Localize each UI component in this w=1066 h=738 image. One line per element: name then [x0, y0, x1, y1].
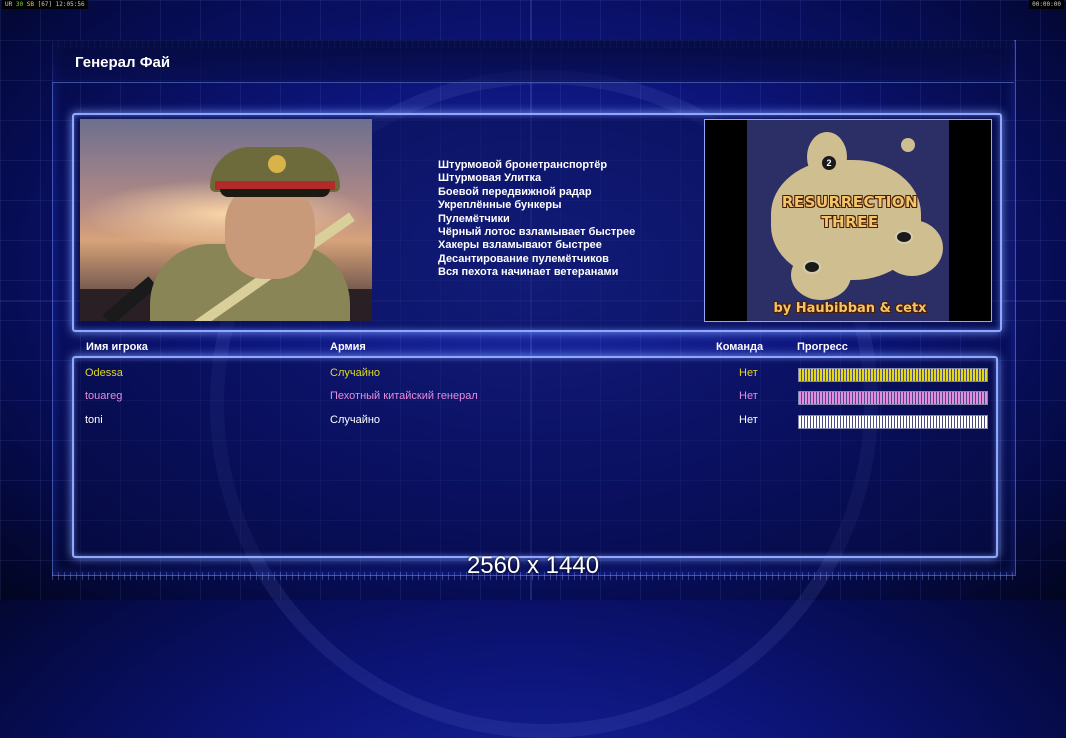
upgrade-item: Штурмовая Улитка	[438, 172, 542, 185]
map-title: RESURRECTION THREE	[759, 192, 941, 232]
upgrade-item: Боевой передвижной радар	[438, 185, 592, 198]
upgrade-item: Хакеры взламывают быстрее	[438, 239, 602, 252]
player-row[interactable]: Odessa Случайно Нет	[0, 364, 1066, 384]
general-portrait	[80, 119, 372, 321]
upgrade-item: Вся пехота начинает ветеранами	[438, 266, 619, 279]
page-title: Генерал Фай	[75, 54, 171, 71]
status-fps: 30	[15, 1, 24, 8]
start-position-icon	[803, 260, 821, 274]
map-title-line2: THREE	[821, 213, 879, 231]
player-progress-bar	[798, 391, 988, 405]
map-title-line1: RESURRECTION	[781, 193, 919, 211]
map-author: by Haubibban & cetx	[773, 301, 927, 316]
player-progress-bar	[798, 368, 988, 382]
upgrade-item: Пулемётчики	[438, 212, 510, 225]
header-army: Армия	[330, 341, 366, 353]
player-army: Случайно	[330, 414, 381, 426]
status-prefix: UR	[5, 1, 13, 8]
player-name: touareg	[85, 390, 123, 402]
header-progress: Прогресс	[797, 341, 848, 353]
header-team: Команда	[716, 341, 764, 353]
status-left: UR 30 SB [67] 12:05:56	[2, 0, 88, 9]
player-army: Пехотный китайский генерал	[330, 390, 478, 402]
upgrade-item: Десантирование пулемётчиков	[438, 252, 609, 265]
player-name: toni	[85, 414, 103, 426]
status-clock: 12:05:56	[55, 1, 85, 8]
player-row[interactable]: touareg Пехотный китайский генерал Нет	[0, 387, 1066, 407]
player-army: Случайно	[330, 367, 381, 379]
progress-fill	[799, 369, 987, 381]
header-player-name: Имя игрока	[86, 341, 148, 353]
player-team: Нет	[739, 414, 758, 426]
cap-badge-icon	[268, 155, 286, 173]
player-team: Нет	[739, 367, 758, 379]
upgrade-item: Укреплённые бункеры	[438, 199, 562, 212]
progress-fill	[799, 416, 987, 428]
status-right-clock: 00:00:00	[1029, 0, 1064, 9]
status-sb: SB	[26, 1, 34, 8]
upgrade-item: Чёрный лотос взламывает быстрее	[438, 226, 636, 239]
player-team: Нет	[739, 390, 758, 402]
title-band	[52, 40, 1014, 83]
progress-fill	[799, 392, 987, 404]
player-row[interactable]: toni Случайно Нет	[0, 411, 1066, 431]
map-preview: 2 RESURRECTION THREE by Haubibban & cetx	[704, 119, 992, 322]
resolution-label: 2560 x 1440	[466, 552, 600, 579]
player-start-marker: 2	[822, 156, 836, 170]
player-name: Odessa	[85, 367, 123, 379]
status-bracket: [67]	[37, 1, 53, 8]
player-progress-bar	[798, 415, 988, 429]
status-bar: UR 30 SB [67] 12:05:56 00:00:00	[0, 0, 1066, 9]
general-upgrades-list: Штурмовой бронетранспортёр Штурмовая Улит…	[438, 159, 635, 280]
upgrade-item: Штурмовой бронетранспортёр	[438, 159, 608, 171]
start-position-icon	[895, 230, 913, 244]
